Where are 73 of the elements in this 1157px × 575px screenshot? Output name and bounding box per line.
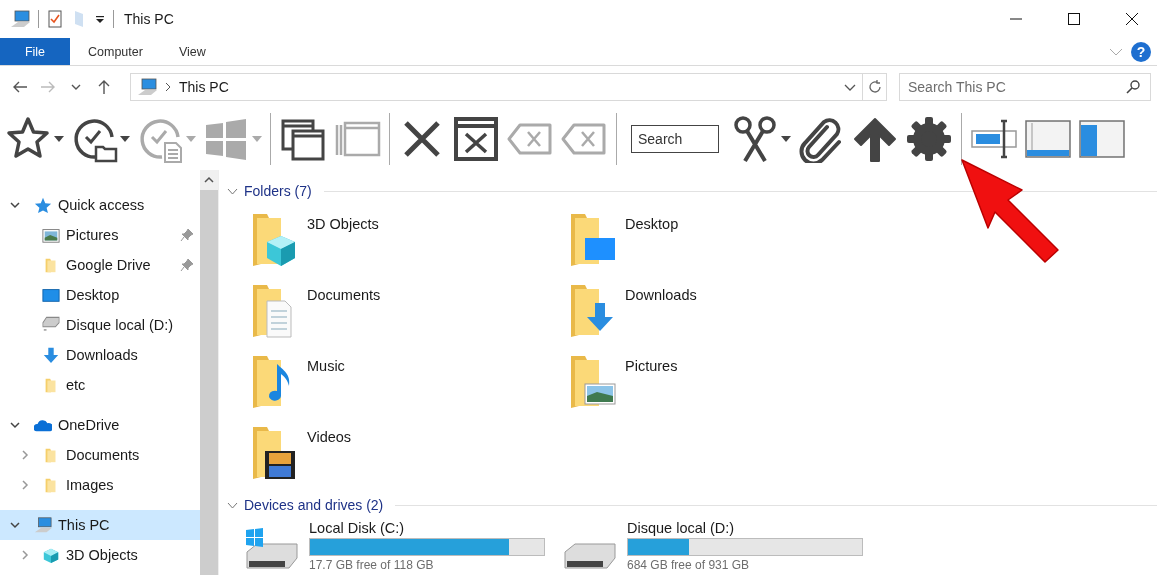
refresh-icon[interactable] [866, 79, 883, 95]
tree-item[interactable]: etc [0, 370, 200, 400]
star-icon [34, 196, 52, 214]
window-title: This PC [124, 11, 174, 27]
folder-item[interactable]: Videos [251, 425, 569, 496]
folder-item[interactable]: 3D Objects [251, 212, 569, 283]
close-window-icon[interactable] [452, 115, 500, 163]
tree-label: Pictures [66, 227, 119, 243]
cube-icon [42, 546, 60, 564]
tree-label: Quick access [58, 197, 145, 213]
drive-label[interactable]: Disque local (D:) [627, 520, 863, 536]
settings-icon[interactable] [905, 115, 953, 163]
desktop-folder-icon [569, 212, 617, 268]
search-field[interactable]: Search [631, 125, 719, 153]
address-path[interactable]: This PC [179, 79, 838, 95]
folder-item[interactable]: Downloads [569, 283, 887, 354]
section-title[interactable]: Folders (7) [244, 183, 312, 199]
tree-label: This PC [58, 517, 110, 533]
dropdown-icon[interactable] [95, 14, 105, 24]
tree-item[interactable]: Quick access [0, 190, 200, 220]
caret-icon[interactable] [120, 135, 130, 143]
free-space-text: 17.7 GB free of 118 GB [309, 558, 435, 572]
scroll-up-icon[interactable] [204, 176, 214, 184]
tree-label: Google Drive [66, 257, 151, 273]
scissors-icon[interactable] [731, 115, 779, 163]
ribbon-tab[interactable]: Computer [70, 38, 161, 65]
tree-label: Disque local (D:) [66, 317, 174, 333]
folder-item[interactable]: Music [251, 354, 569, 425]
folder-item[interactable]: Pictures [569, 354, 887, 425]
computer-icon [10, 10, 30, 28]
search-icon [1126, 79, 1141, 94]
tree-label: etc [66, 377, 86, 393]
help-button[interactable]: ? [1131, 41, 1151, 62]
tree-item[interactable]: Desktop [0, 280, 200, 310]
tree-label: Documents [66, 447, 140, 463]
tree-label: Downloads [66, 347, 138, 363]
pictures-folder-icon [569, 354, 617, 410]
ribbon-tab[interactable]: View [160, 38, 224, 65]
pictures-icon [42, 226, 60, 244]
computer-icon [34, 516, 52, 534]
tree-item[interactable]: Disque local (D:) [0, 310, 200, 340]
tree-item[interactable]: Google Drive [0, 250, 200, 280]
tree-item[interactable]: This PC [0, 510, 200, 540]
up-arrow-icon[interactable] [851, 115, 899, 163]
section-title[interactable]: Devices and drives (2) [244, 497, 384, 513]
tree-label: 3D Objects [66, 547, 138, 563]
tree-item[interactable]: Pictures [0, 220, 200, 250]
dropdown-icon[interactable] [844, 83, 856, 91]
tree-item[interactable]: 3D Objects [0, 540, 200, 570]
folder-item[interactable]: Desktop [569, 212, 887, 283]
system-drive-icon [245, 528, 299, 572]
tree-item[interactable]: Downloads [0, 340, 200, 370]
ribbon-tab[interactable]: File [0, 38, 70, 65]
computer-icon [137, 78, 157, 96]
caret-icon[interactable] [54, 135, 64, 143]
tree-item[interactable]: Images [0, 470, 200, 500]
caret-icon[interactable] [781, 135, 791, 143]
folder-item[interactable]: Documents [251, 283, 569, 354]
chevron-icon [163, 82, 173, 92]
desktop-icon [42, 286, 60, 304]
drive-label[interactable]: Local Disk (C:) [309, 520, 545, 536]
close-icon[interactable] [1125, 12, 1139, 26]
address-bar[interactable]: This PC [130, 73, 887, 101]
download-icon [42, 346, 60, 364]
properties-icon[interactable] [47, 10, 63, 28]
tree-label: Desktop [66, 287, 120, 303]
free-space-text: 684 GB free of 931 GB [627, 558, 751, 572]
tree-item[interactable]: OneDrive [0, 410, 200, 440]
tree-label: Images [66, 477, 114, 493]
scrollbar[interactable] [200, 170, 218, 575]
maximize-icon[interactable] [1067, 12, 1081, 26]
tree-item[interactable]: Documents [0, 440, 200, 470]
tree-label: OneDrive [58, 417, 120, 433]
